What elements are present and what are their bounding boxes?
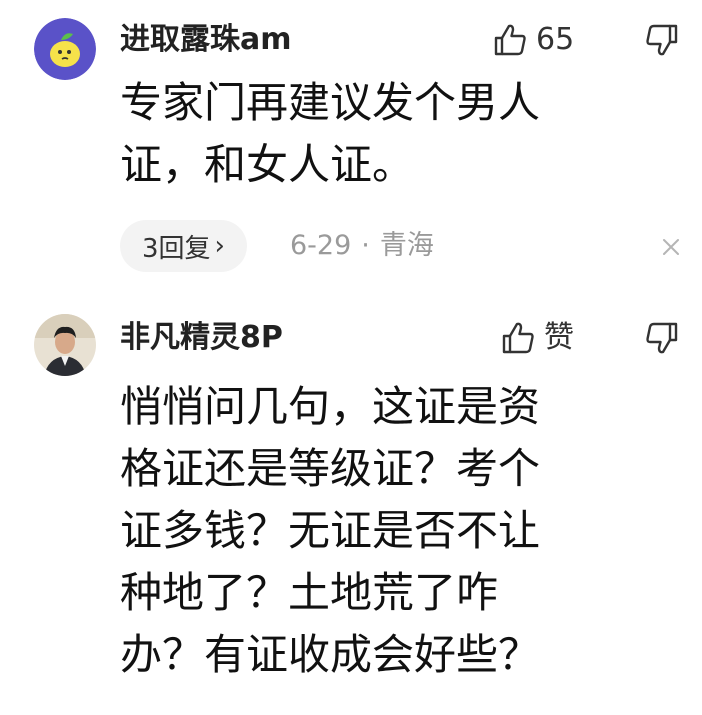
comment-body-line: 种地了？土地荒了咋: [120, 568, 499, 617]
reply-button[interactable]: 3回复 ›: [120, 220, 247, 272]
thumbs-down-icon: [646, 24, 678, 56]
meta-separator: ·: [361, 230, 370, 261]
user-photo-avatar-icon: [34, 314, 96, 376]
thumbs-up-icon: [494, 24, 526, 56]
comment-meta: 6-29 · 青海: [290, 228, 434, 264]
comment-body-line: 证，和女人证。: [120, 140, 415, 189]
lemon-avatar-icon: [34, 18, 96, 80]
comment-date: 6-29: [290, 230, 352, 261]
close-button[interactable]: [660, 236, 682, 258]
like-label: 赞: [544, 320, 574, 355]
username[interactable]: 进取露珠am: [120, 22, 292, 58]
comment-body-line: 专家门再建议发个男人: [120, 78, 541, 127]
dislike-button[interactable]: [636, 22, 680, 62]
avatar[interactable]: [34, 18, 96, 80]
thumbs-up-icon: [502, 322, 534, 354]
comment-2: 非凡精灵8P 赞 悄悄问几句，这证是资 格证还是等级证？考个 证多钱？无证是否不…: [0, 290, 702, 715]
reply-count: 3回复: [142, 233, 211, 264]
dislike-button[interactable]: [636, 320, 680, 360]
comment-body-line: 悄悄问几句，这证是资: [120, 382, 541, 431]
like-button[interactable]: 赞: [500, 318, 574, 358]
comment-location: 青海: [379, 230, 434, 261]
comment-body-line: 格证还是等级证？考个: [120, 444, 541, 493]
like-count: 65: [536, 22, 575, 57]
comment-body-line: 证多钱？无证是否不让: [120, 506, 541, 555]
chevron-right-icon: ›: [214, 231, 225, 261]
comment-body-line: 办？有证收成会好些？: [120, 630, 541, 679]
comment-body: 悄悄问几句，这证是资 格证还是等级证？考个 证多钱？无证是否不让 种地了？土地荒…: [120, 376, 660, 686]
username[interactable]: 非凡精灵8P: [120, 320, 283, 356]
like-button[interactable]: 65: [492, 20, 574, 60]
comment-1: 进取露珠am 65 专家门再建议发个男人 证，和女人证。 3回复 › 6-29 ·…: [0, 0, 702, 290]
comment-body: 专家门再建议发个男人 证，和女人证。: [120, 72, 660, 196]
thumbs-down-icon: [646, 322, 678, 354]
close-icon: [663, 239, 679, 255]
avatar[interactable]: [34, 314, 96, 376]
